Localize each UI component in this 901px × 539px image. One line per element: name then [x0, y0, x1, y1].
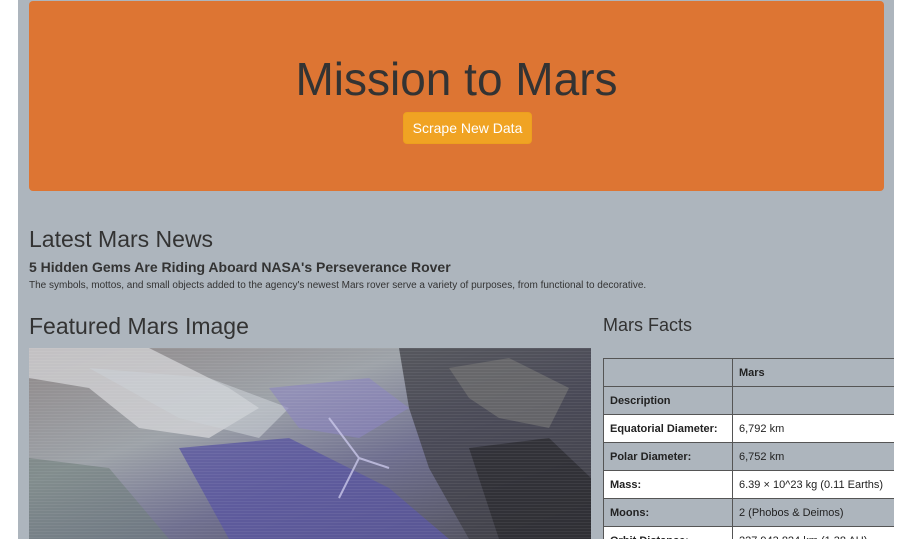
news-teaser: The symbols, mottos, and small objects a… [29, 280, 647, 291]
scrape-new-data-button[interactable]: Scrape New Data [403, 112, 532, 144]
featured-image-heading: Featured Mars Image [29, 313, 249, 339]
fact-value [732, 386, 894, 415]
table-header-cell [603, 358, 733, 387]
fact-value: 227,943,824 km (1.38 AU) [732, 526, 894, 539]
fact-label: Mass: [603, 470, 733, 499]
page-container: Mission to Mars Scrape New Data Latest M… [18, 0, 894, 539]
news-title: 5 Hidden Gems Are Riding Aboard NASA's P… [29, 259, 451, 275]
fact-label: Moons: [603, 498, 733, 527]
fact-value: 6,752 km [732, 442, 894, 471]
table-row: Mass: 6.39 × 10^23 kg (0.11 Earths) [603, 470, 894, 499]
news-heading: Latest Mars News [29, 226, 214, 252]
fact-label: Equatorial Diameter: [603, 414, 733, 443]
table-header-cell: Mars [732, 358, 894, 387]
fact-value: 6.39 × 10^23 kg (0.11 Earths) [732, 470, 894, 499]
fact-label: Description [603, 386, 733, 415]
fact-label: Orbit Distance: [603, 526, 733, 539]
fact-value: 6,792 km [732, 414, 894, 443]
fact-value: 2 (Phobos & Deimos) [732, 498, 894, 527]
table-row: Equatorial Diameter: 6,792 km [603, 414, 894, 443]
table-row: Moons: 2 (Phobos & Deimos) [603, 498, 894, 527]
featured-mars-image [29, 348, 591, 539]
fact-label: Polar Diameter: [603, 442, 733, 471]
mars-facts-table: Mars Description Equatorial Diameter: 6,… [603, 358, 894, 539]
table-row: Polar Diameter: 6,752 km [603, 442, 894, 471]
table-row: Orbit Distance: 227,943,824 km (1.38 AU) [603, 526, 894, 539]
table-row: Description [603, 386, 894, 415]
page-title: Mission to Mars [295, 53, 618, 105]
jumbotron: Mission to Mars Scrape New Data [29, 1, 884, 191]
table-header-row: Mars [603, 358, 894, 387]
facts-heading: Mars Facts [603, 315, 693, 335]
